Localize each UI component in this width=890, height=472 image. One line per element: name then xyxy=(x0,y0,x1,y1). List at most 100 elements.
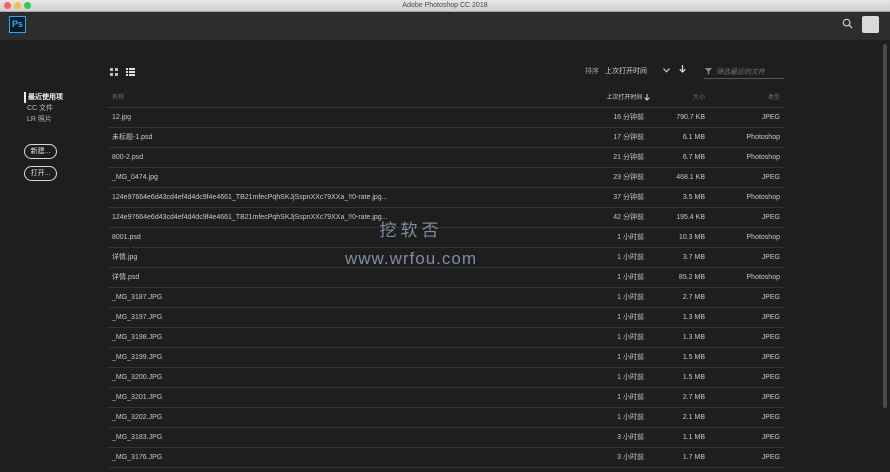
table-row[interactable]: 详情.psd 1 小时前 85.2 MB Photoshop xyxy=(108,268,784,288)
column-header-size[interactable]: 大小 xyxy=(693,90,705,107)
watermark-url: www.wrfou.com xyxy=(344,249,478,268)
file-type: Photoshop xyxy=(746,134,780,141)
watermark-title: 挖软否 xyxy=(379,221,443,240)
table-row[interactable]: _MG_3202.JPG 1 小时前 2.1 MB JPEG xyxy=(108,408,784,428)
last-opened: 16 分钟前 xyxy=(613,114,644,121)
column-header-last-opened[interactable]: 上次打开时间 xyxy=(606,90,650,107)
sort-arrow-icon xyxy=(644,93,650,101)
table-row[interactable]: _MG_3201.JPG 1 小时前 2.7 MB JPEG xyxy=(108,388,784,408)
search-icon[interactable] xyxy=(842,18,853,29)
file-name: 8001.psd xyxy=(112,234,141,241)
arrow-down-icon[interactable] xyxy=(679,65,686,73)
file-name: _MG_3187.JPG xyxy=(112,294,163,301)
file-type: JPEG xyxy=(761,354,780,361)
table-row[interactable]: _MG_3199.JPG 1 小时前 1.5 MB JPEG xyxy=(108,348,784,368)
table-row[interactable]: _MG_3183.JPG 3 小时前 1.1 MB JPEG xyxy=(108,428,784,448)
file-size: 1.3 MB xyxy=(682,334,705,341)
last-opened: 1 小时前 xyxy=(617,374,644,381)
last-opened: 1 小时前 xyxy=(617,234,644,241)
last-opened: 17 分钟前 xyxy=(613,134,644,141)
file-size: 2.1 MB xyxy=(682,414,705,421)
file-name: 124e97664e6d43cd4ef4d4dc9f4e4661_TB21mfe… xyxy=(112,194,388,201)
file-size: 2.7 MB xyxy=(682,394,705,401)
table-row[interactable]: _MG_3176.JPG 3 小时前 1.7 MB JPEG xyxy=(108,448,784,468)
last-opened: 3 小时前 xyxy=(617,454,644,461)
table-row[interactable]: 800-2.psd 21 分钟前 6.7 MB Photoshop xyxy=(108,148,784,168)
table-row[interactable]: _MG_3198.JPG 1 小时前 1.3 MB JPEG xyxy=(108,328,784,348)
file-type: Photoshop xyxy=(746,274,780,281)
sort-label: 排序 xyxy=(585,68,599,75)
file-type: JPEG xyxy=(761,414,780,421)
file-name: _MG_3183.JPG xyxy=(112,434,163,441)
file-size: 790.7 KB xyxy=(676,114,705,121)
last-opened: 3 小时前 xyxy=(617,434,644,441)
grid-view-icon[interactable] xyxy=(110,68,118,76)
open-button[interactable]: 打开... xyxy=(24,166,57,181)
table-row[interactable]: _MG_0474.jpg 23 分钟前 468.1 KB JPEG xyxy=(108,168,784,188)
sidebar-item-recent[interactable]: 最近使用项 xyxy=(24,92,94,103)
last-opened: 1 小时前 xyxy=(617,334,644,341)
file-name: _MG_3176.JPG xyxy=(112,454,163,461)
file-type: Photoshop xyxy=(746,154,780,161)
file-type: JPEG xyxy=(761,254,780,261)
table-row[interactable]: 未标题-1.psd 17 分钟前 6.1 MB Photoshop xyxy=(108,128,784,148)
sidebar-item-lr-photos[interactable]: LR 照片 xyxy=(24,114,94,125)
user-avatar[interactable] xyxy=(862,16,879,33)
file-size: 1.1 MB xyxy=(682,434,705,441)
sidebar-nav: 最近使用项 CC 文件 LR 照片 xyxy=(24,92,94,125)
chevron-down-icon[interactable] xyxy=(662,68,670,73)
table-header: 名称 上次打开时间 大小 类型 xyxy=(108,90,784,108)
window-titlebar: Adobe Photoshop CC 2018 xyxy=(0,0,890,12)
filter-input[interactable]: 筛选最近的文件 xyxy=(704,64,784,79)
last-opened: 1 小时前 xyxy=(617,414,644,421)
file-type: JPEG xyxy=(761,454,780,461)
vertical-scrollbar[interactable] xyxy=(883,44,887,408)
file-type: Photoshop xyxy=(746,234,780,241)
table-row[interactable]: 124e97664e6d43cd4ef4d4dc9f4e4661_TB21mfe… xyxy=(108,188,784,208)
table-row[interactable]: _MG_3197.JPG 1 小时前 1.3 MB JPEG xyxy=(108,308,784,328)
sidebar-item-cc-files[interactable]: CC 文件 xyxy=(24,103,94,114)
file-size: 10.3 MB xyxy=(678,234,705,241)
file-name: _MG_3201.JPG xyxy=(112,394,163,401)
last-opened: 23 分钟前 xyxy=(613,174,644,181)
file-type: JPEG xyxy=(761,314,780,321)
file-type: JPEG xyxy=(761,434,780,441)
file-name: _MG_0474.jpg xyxy=(112,174,158,181)
table-body: 12.jpg 16 分钟前 790.7 KB JPEG 未标题-1.psd 17 分钟前 6… xyxy=(108,108,784,468)
app-header: Ps xyxy=(0,12,890,40)
table-row[interactable]: _MG_3187.JPG 1 小时前 2.7 MB JPEG xyxy=(108,288,784,308)
file-type: JPEG xyxy=(761,394,780,401)
file-type: JPEG xyxy=(761,334,780,341)
file-type: JPEG xyxy=(761,114,780,121)
sort-select[interactable]: 上次打开时间 xyxy=(605,68,647,75)
column-header-last-opened-label: 上次打开时间 xyxy=(606,95,643,101)
file-type: JPEG xyxy=(761,374,780,381)
filter-placeholder: 筛选最近的文件 xyxy=(716,69,765,76)
table-row[interactable]: 12.jpg 16 分钟前 790.7 KB JPEG xyxy=(108,108,784,128)
file-name: 详情.psd xyxy=(112,274,140,281)
new-button[interactable]: 新建... xyxy=(24,144,57,159)
file-size: 3.5 MB xyxy=(682,194,705,201)
file-type: JPEG xyxy=(761,214,780,221)
last-opened: 42 分钟前 xyxy=(613,214,644,221)
filter-icon xyxy=(705,68,712,75)
file-size: 1.3 MB xyxy=(682,314,705,321)
column-header-name[interactable]: 名称 xyxy=(112,90,124,107)
last-opened: 1 小时前 xyxy=(617,394,644,401)
last-opened: 1 小时前 xyxy=(617,294,644,301)
file-name: 未标题-1.psd xyxy=(112,134,153,141)
last-opened: 1 小时前 xyxy=(617,354,644,361)
file-size: 6.7 MB xyxy=(682,154,705,161)
file-name: _MG_3197.JPG xyxy=(112,314,163,321)
table-row[interactable]: _MG_3200.JPG 1 小时前 1.5 MB JPEG xyxy=(108,368,784,388)
last-opened: 21 分钟前 xyxy=(613,154,644,161)
file-name: _MG_3202.JPG xyxy=(112,414,163,421)
file-size: 2.7 MB xyxy=(682,294,705,301)
column-header-type[interactable]: 类型 xyxy=(768,90,780,107)
list-view-icon[interactable] xyxy=(126,68,135,76)
file-name: _MG_3199.JPG xyxy=(112,354,163,361)
last-opened: 1 小时前 xyxy=(617,274,644,281)
file-size: 1.5 MB xyxy=(682,374,705,381)
file-size: 195.4 KB xyxy=(676,214,705,221)
file-type: JPEG xyxy=(761,294,780,301)
